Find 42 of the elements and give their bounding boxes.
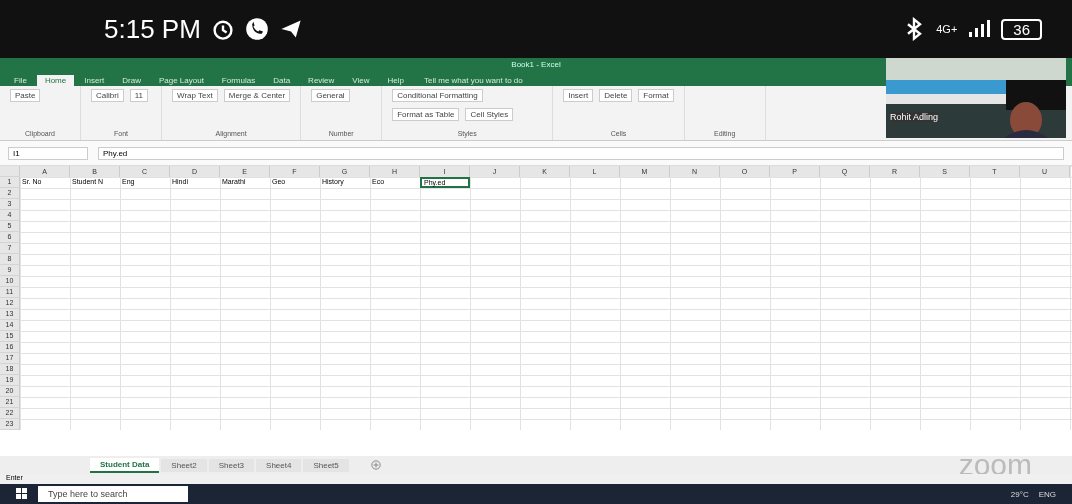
ribbon-button[interactable]: Cell Styles: [465, 108, 514, 121]
ribbon-tab[interactable]: Insert: [76, 75, 113, 86]
battery-level: 36: [1001, 18, 1042, 40]
formula-field[interactable]: Phy.ed: [98, 146, 1064, 160]
ribbon-button[interactable]: Insert: [563, 89, 594, 102]
sheet-tab[interactable]: Sheet4: [256, 458, 302, 472]
participant-name: Rohit Adling: [890, 112, 939, 122]
search-field[interactable]: Tell me what you want to do: [414, 75, 533, 86]
select-all-corner[interactable]: [0, 166, 20, 177]
ribbon-tab[interactable]: View: [344, 75, 378, 86]
ribbon-button[interactable]: Calibri: [91, 89, 124, 102]
ribbon-button[interactable]: General: [311, 89, 350, 102]
sheet-tab[interactable]: Sheet3: [208, 458, 255, 472]
ribbon-tab[interactable]: Help: [379, 75, 412, 86]
ribbon-button[interactable]: Conditional Formatting: [392, 89, 483, 102]
ribbon-button[interactable]: Format as Table: [392, 108, 460, 121]
language-label: ENG: [1038, 489, 1056, 499]
ribbon-tab[interactable]: Review: [300, 75, 343, 86]
ribbon-button[interactable]: Format: [638, 89, 674, 102]
ribbon-tab[interactable]: Home: [36, 75, 75, 86]
ribbon-button[interactable]: Paste: [10, 89, 41, 102]
ribbon-tab[interactable]: Formulas: [213, 75, 264, 86]
windows-icon[interactable]: [16, 488, 28, 500]
weather-label: 29°C: [1010, 489, 1029, 499]
phone-icon: [244, 17, 269, 41]
ribbon-button[interactable]: Wrap Text: [172, 89, 218, 102]
clock: 5:15 PM: [104, 13, 201, 45]
ribbon-button[interactable]: 11: [129, 89, 148, 102]
sheet-tab[interactable]: Sheet5: [303, 458, 349, 472]
network-label: 4G+: [936, 23, 958, 35]
ribbon-button[interactable]: Delete: [599, 89, 633, 102]
ribbon-tab[interactable]: Data: [265, 75, 299, 86]
ribbon-tab[interactable]: File: [6, 75, 35, 86]
ribbon-button[interactable]: Merge & Center: [223, 89, 291, 102]
name-box[interactable]: I1: [8, 146, 88, 160]
add-sheet-icon[interactable]: [370, 460, 381, 470]
sheet-tab[interactable]: Student Data: [90, 457, 160, 473]
sheet-tab[interactable]: Sheet2: [161, 458, 207, 472]
search-field[interactable]: Type here to search: [38, 486, 188, 502]
window-title: Book1 - Excel: [511, 60, 561, 69]
ribbon-tab[interactable]: Page Layout: [150, 75, 212, 86]
ribbon-tab[interactable]: Draw: [114, 75, 149, 86]
